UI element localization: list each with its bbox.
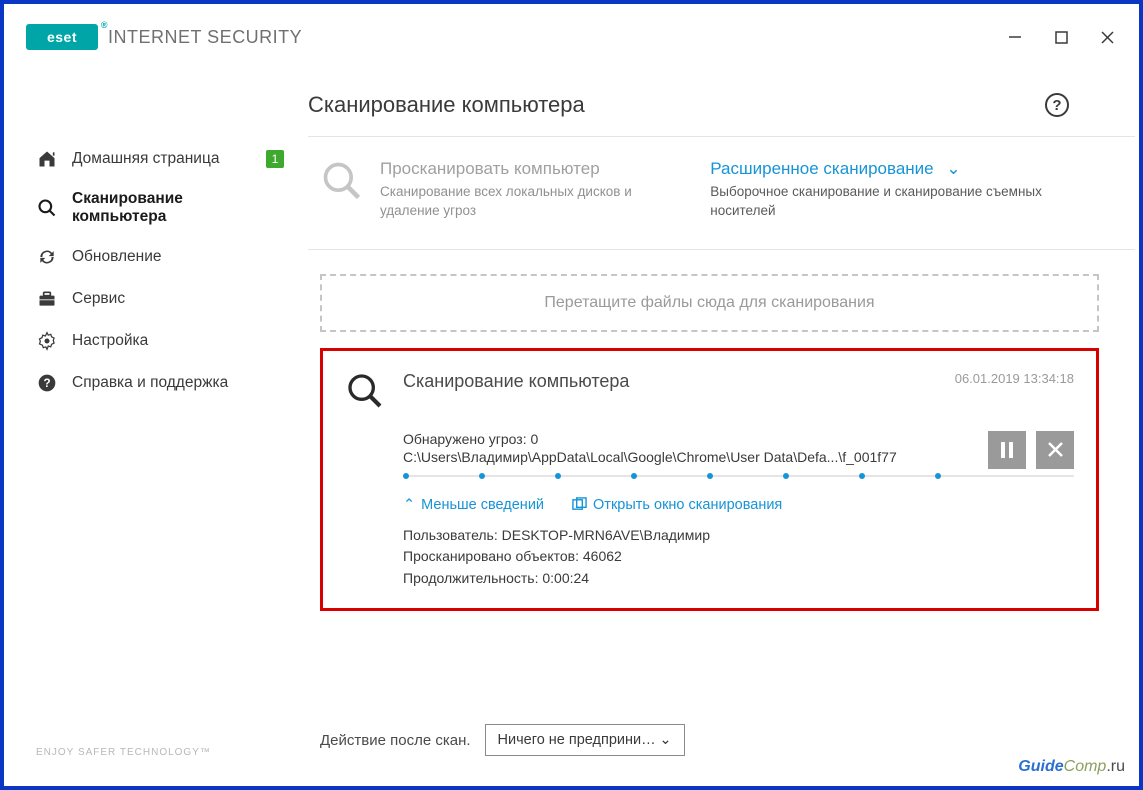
pause-icon: [1000, 442, 1014, 458]
scan-user: Пользователь: DESKTOP-MRN6AVE\Владимир: [403, 525, 1074, 547]
dropdown-value: Ничего не предприни…: [498, 732, 656, 748]
minimize-icon: [1008, 30, 1022, 44]
scan-computer-option[interactable]: Просканировать компьютер Сканирование вс…: [320, 159, 690, 221]
question-circle-icon: ?: [36, 372, 58, 394]
logo-block: eset ® INTERNET SECURITY: [26, 24, 302, 50]
window-controls: [1005, 27, 1117, 47]
search-icon: [36, 197, 58, 219]
home-icon: [36, 148, 58, 170]
main-panel: Сканирование компьютера ? Просканировать…: [308, 66, 1135, 782]
sidebar-item-help[interactable]: ? Справка и поддержка: [8, 362, 308, 404]
chevron-up-icon: ⌃: [403, 497, 415, 513]
sidebar: Домашняя страница 1 Сканирование компьют…: [8, 66, 308, 782]
threats-found: Обнаружено угроз: 0: [403, 431, 1074, 447]
scan-details: Пользователь: DESKTOP-MRN6AVE\Владимир П…: [403, 525, 1074, 590]
sidebar-item-home[interactable]: Домашняя страница 1: [8, 138, 308, 180]
open-scan-window-link[interactable]: Открыть окно сканирования: [572, 497, 782, 513]
scan-options: Просканировать компьютер Сканирование вс…: [308, 137, 1135, 250]
scan-card-title: Сканирование компьютера: [403, 371, 629, 392]
sidebar-item-label: Сервис: [72, 290, 125, 308]
svg-text:?: ?: [43, 377, 50, 390]
sidebar-badge: 1: [266, 150, 284, 168]
sidebar-item-label: Обновление: [72, 248, 162, 266]
window-icon: [572, 497, 587, 512]
advanced-scan-title[interactable]: Расширенное сканирование ⌄: [710, 159, 1099, 179]
page-title: Сканирование компьютера: [308, 92, 585, 118]
close-icon: [1101, 31, 1114, 44]
main-header: Сканирование компьютера ?: [308, 66, 1135, 137]
magnifier-icon: [320, 159, 364, 221]
product-name: INTERNET SECURITY: [108, 27, 302, 48]
sidebar-item-label: Домашняя страница: [72, 150, 219, 168]
scanned-objects: Просканировано объектов: 46062: [403, 546, 1074, 568]
tagline: ENJOY SAFER TECHNOLOGY™: [36, 747, 211, 758]
scan-timestamp: 06.01.2019 13:34:18: [955, 371, 1074, 386]
sidebar-item-label: Настройка: [72, 332, 148, 350]
close-button[interactable]: [1097, 27, 1117, 47]
less-details-link[interactable]: ⌃ Меньше сведений: [403, 497, 544, 513]
scan-option-subtitle: Сканирование всех локальных дисков и уда…: [380, 183, 690, 221]
logo-text: eset: [47, 29, 77, 45]
briefcase-icon: [36, 288, 58, 310]
chevron-down-icon: ⌄: [946, 159, 960, 179]
sidebar-item-label: Справка и поддержка: [72, 374, 228, 392]
post-scan-action-label: Действие после скан.: [320, 732, 471, 749]
sidebar-item-settings[interactable]: Настройка: [8, 320, 308, 362]
sidebar-item-label: Сканирование компьютера: [72, 190, 222, 226]
scan-footer: Действие после скан. Ничего не предприни…: [308, 704, 1135, 782]
maximize-button[interactable]: [1051, 27, 1071, 47]
pause-scan-button[interactable]: [988, 431, 1026, 469]
help-glyph: ?: [1052, 97, 1061, 114]
scan-card-icon: [345, 371, 385, 411]
scan-duration: Продолжительность: 0:00:24: [403, 568, 1074, 590]
watermark: GuideComp.ru: [1018, 758, 1125, 776]
stop-scan-button[interactable]: [1036, 431, 1074, 469]
titlebar: eset ® INTERNET SECURITY: [8, 8, 1135, 66]
scan-option-title: Просканировать компьютер: [380, 159, 690, 179]
badge-count: 1: [266, 150, 284, 168]
sidebar-item-scan[interactable]: Сканирование компьютера: [8, 180, 308, 236]
drop-zone-text: Перетащите файлы сюда для сканирования: [544, 294, 874, 311]
advanced-scan-subtitle: Выборочное сканирование и сканирование с…: [710, 183, 1099, 221]
sidebar-item-update[interactable]: Обновление: [8, 236, 308, 278]
post-scan-action-dropdown[interactable]: Ничего не предприни… ⌄: [485, 724, 685, 756]
maximize-icon: [1055, 31, 1068, 44]
gear-icon: [36, 330, 58, 352]
scan-progress: [403, 473, 1074, 479]
advanced-scan-option[interactable]: Расширенное сканирование ⌄ Выборочное ск…: [710, 159, 1099, 221]
minimize-button[interactable]: [1005, 27, 1025, 47]
scan-progress-card: Сканирование компьютера 06.01.2019 13:34…: [320, 348, 1099, 611]
eset-logo: eset ®: [26, 24, 98, 50]
chevron-down-icon: ⌄: [659, 732, 671, 748]
current-scan-path: C:\Users\Владимир\AppData\Local\Google\C…: [403, 449, 1074, 465]
stop-icon: [1048, 442, 1063, 457]
drop-zone[interactable]: Перетащите файлы сюда для сканирования: [320, 274, 1099, 332]
refresh-icon: [36, 246, 58, 268]
registered-mark: ®: [101, 20, 108, 30]
sidebar-item-tools[interactable]: Сервис: [8, 278, 308, 320]
help-button[interactable]: ?: [1045, 93, 1069, 117]
